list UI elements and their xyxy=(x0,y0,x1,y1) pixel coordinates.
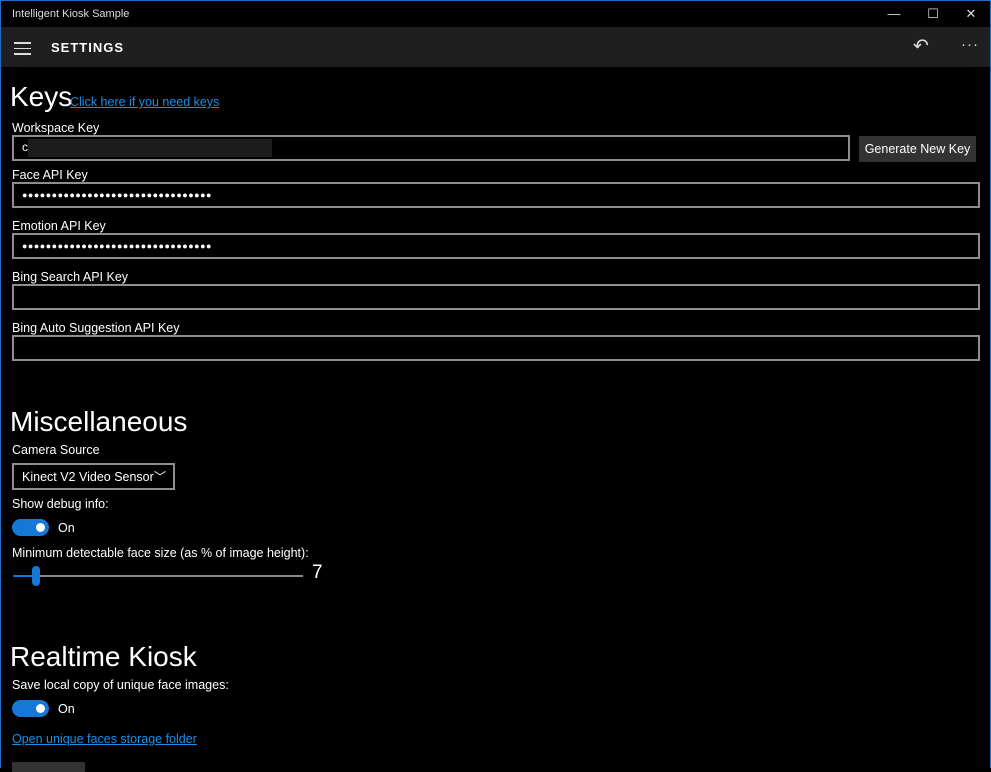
generate-new-key-button[interactable]: Generate New Key xyxy=(859,136,976,162)
realtime-kiosk-heading: Realtime Kiosk xyxy=(10,641,197,672)
misc-heading: Miscellaneous xyxy=(10,406,188,437)
bing-auto-key-input[interactable] xyxy=(12,335,980,361)
undo-icon[interactable]: ↶ xyxy=(913,35,929,58)
partial-button[interactable] xyxy=(12,762,85,772)
face-size-slider[interactable] xyxy=(13,566,303,586)
bing-search-key-label: Bing Search API Key xyxy=(12,270,129,284)
hamburger-icon[interactable] xyxy=(14,42,31,59)
chevron-down-icon: ﹀ xyxy=(153,470,166,484)
save-faces-state: On xyxy=(58,702,75,716)
bing-search-key-input[interactable] xyxy=(12,284,980,310)
need-keys-link[interactable]: Click here if you need keys xyxy=(70,95,219,109)
title-bar: Intelligent Kiosk Sample — ☐ ✕ xyxy=(1,1,990,27)
camera-source-label: Camera Source xyxy=(12,443,100,457)
camera-source-select[interactable]: Kinect V2 Video Sensor ﹀ xyxy=(12,463,175,490)
maximize-button[interactable]: ☐ xyxy=(914,1,952,27)
debug-info-toggle[interactable] xyxy=(12,519,49,536)
minimize-button[interactable]: — xyxy=(875,1,913,27)
close-button[interactable]: ✕ xyxy=(952,1,990,27)
debug-info-label: Show debug info: xyxy=(12,497,109,511)
emotion-api-key-input[interactable]: ●●●●●●●●●●●●●●●●●●●●●●●●●●●●●●●● xyxy=(12,233,980,259)
face-size-value: 7 xyxy=(312,562,323,583)
face-api-key-input[interactable]: ●●●●●●●●●●●●●●●●●●●●●●●●●●●●●●●● xyxy=(12,182,980,208)
more-button[interactable]: ··· xyxy=(961,36,979,53)
slider-thumb[interactable] xyxy=(32,566,41,586)
save-faces-toggle[interactable] xyxy=(12,700,49,717)
face-api-key-label: Face API Key xyxy=(12,168,88,182)
workspace-key-label: Workspace Key xyxy=(12,121,100,135)
page-title: SETTINGS xyxy=(51,40,125,55)
debug-info-state: On xyxy=(58,521,75,535)
app-bar: SETTINGS ↶ ··· xyxy=(1,27,990,67)
workspace-key-input[interactable]: c xyxy=(12,135,850,161)
window-title: Intelligent Kiosk Sample xyxy=(12,8,130,20)
face-size-label: Minimum detectable face size (as % of im… xyxy=(12,546,309,560)
bing-auto-key-label: Bing Auto Suggestion API Key xyxy=(12,321,180,335)
open-folder-link[interactable]: Open unique faces storage folder xyxy=(12,732,197,746)
redacted-block xyxy=(28,139,272,157)
save-faces-label: Save local copy of unique face images: xyxy=(12,678,229,692)
keys-heading: Keys xyxy=(10,81,73,112)
emotion-api-key-label: Emotion API Key xyxy=(12,219,106,233)
